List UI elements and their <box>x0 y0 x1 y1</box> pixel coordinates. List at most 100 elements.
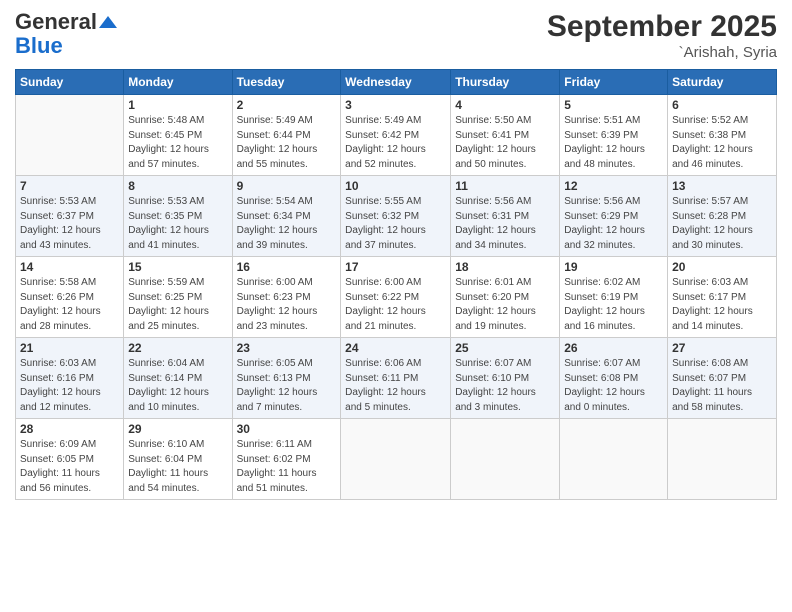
col-tuesday: Tuesday <box>232 70 341 95</box>
table-row: 14 Sunrise: 5:58 AM Sunset: 6:26 PM Dayli… <box>16 257 124 338</box>
calendar-subtitle: `Arishah, Syria <box>547 44 777 61</box>
logo-blue: Blue <box>15 34 63 58</box>
table-row: 6Sunrise: 5:52 AM Sunset: 6:38 PM Daylig… <box>668 95 777 176</box>
table-row: 8Sunrise: 5:53 AM Sunset: 6:35 PM Daylig… <box>124 176 232 257</box>
table-row: 10 Sunrise: 5:55 AM Sunset: 6:32 PM Dayli… <box>341 176 451 257</box>
table-row: 13 Sunrise: 5:57 AM Sunset: 6:28 PM Dayli… <box>668 176 777 257</box>
col-monday: Monday <box>124 70 232 95</box>
day-number: 15 <box>128 260 227 274</box>
table-row: 29Sunrise: 6:10 AM Sunset: 6:04 PM Dayli… <box>124 419 232 500</box>
table-row: 27Sunrise: 6:08 AM Sunset: 6:07 PM Dayli… <box>668 338 777 419</box>
table-row: 19 Sunrise: 6:02 AM Sunset: 6:19 PM Dayli… <box>560 257 668 338</box>
table-row: 22 Sunrise: 6:04 AM Sunset: 6:14 PM Dayli… <box>124 338 232 419</box>
col-saturday: Saturday <box>668 70 777 95</box>
table-row: 26 Sunrise: 6:07 AM Sunset: 6:08 PM Dayli… <box>560 338 668 419</box>
table-row: 28 Sunrise: 6:09 AM Sunset: 6:05 PM Dayli… <box>16 419 124 500</box>
day-info: Sunrise: 6:00 AM Sunset: 6:23 PM Dayligh… <box>237 276 337 334</box>
day-number: 22 <box>128 341 227 355</box>
table-row: 15 Sunrise: 5:59 AM Sunset: 6:25 PM Dayli… <box>124 257 232 338</box>
table-row: 12 Sunrise: 5:56 AM Sunset: 6:29 PM Dayli… <box>560 176 668 257</box>
col-wednesday: Wednesday <box>341 70 451 95</box>
day-info: Sunrise: 5:56 AM Sunset: 6:31 PM Dayligh… <box>455 195 555 253</box>
day-info: Sunrise: 6:00 AM Sunset: 6:22 PM Dayligh… <box>345 276 446 334</box>
day-number: 1 <box>128 98 227 112</box>
title-block: September 2025 `Arishah, Syria <box>547 10 777 61</box>
day-number: 24 <box>345 341 446 355</box>
calendar-header-row: Sunday Monday Tuesday Wednesday Thursday… <box>16 70 777 95</box>
day-number: 20 <box>672 260 772 274</box>
day-number: 18 <box>455 260 555 274</box>
table-row: 2 Sunrise: 5:49 AM Sunset: 6:44 PM Daylig… <box>232 95 341 176</box>
day-info: Sunrise: 5:59 AM Sunset: 6:25 PM Dayligh… <box>128 276 227 334</box>
logo-general: General <box>15 10 97 34</box>
day-number: 25 <box>455 341 555 355</box>
calendar-table: Sunday Monday Tuesday Wednesday Thursday… <box>15 69 777 500</box>
table-row: 3Sunrise: 5:49 AM Sunset: 6:42 PM Daylig… <box>341 95 451 176</box>
day-number: 30 <box>237 422 337 436</box>
table-row <box>341 419 451 500</box>
calendar-week-row: 28 Sunrise: 6:09 AM Sunset: 6:05 PM Dayli… <box>16 419 777 500</box>
day-info: Sunrise: 6:06 AM Sunset: 6:11 PM Dayligh… <box>345 357 446 415</box>
day-number: 13 <box>672 179 772 193</box>
day-info: Sunrise: 5:55 AM Sunset: 6:32 PM Dayligh… <box>345 195 446 253</box>
day-info: Sunrise: 6:10 AM Sunset: 6:04 PM Dayligh… <box>128 438 227 496</box>
table-row <box>16 95 124 176</box>
day-info: Sunrise: 6:03 AM Sunset: 6:16 PM Dayligh… <box>20 357 119 415</box>
day-number: 14 <box>20 260 119 274</box>
table-row: 20 Sunrise: 6:03 AM Sunset: 6:17 PM Dayli… <box>668 257 777 338</box>
day-number: 2 <box>237 98 337 112</box>
day-number: 7 <box>20 179 119 193</box>
calendar-week-row: 21Sunrise: 6:03 AM Sunset: 6:16 PM Dayli… <box>16 338 777 419</box>
day-number: 11 <box>455 179 555 193</box>
table-row <box>668 419 777 500</box>
day-number: 12 <box>564 179 663 193</box>
table-row: 30Sunrise: 6:11 AM Sunset: 6:02 PM Dayli… <box>232 419 341 500</box>
day-info: Sunrise: 5:53 AM Sunset: 6:37 PM Dayligh… <box>20 195 119 253</box>
day-number: 26 <box>564 341 663 355</box>
table-row: 4 Sunrise: 5:50 AM Sunset: 6:41 PM Daylig… <box>451 95 560 176</box>
day-info: Sunrise: 5:57 AM Sunset: 6:28 PM Dayligh… <box>672 195 772 253</box>
table-row: 25 Sunrise: 6:07 AM Sunset: 6:10 PM Dayli… <box>451 338 560 419</box>
table-row: 16Sunrise: 6:00 AM Sunset: 6:23 PM Dayli… <box>232 257 341 338</box>
table-row: 9Sunrise: 5:54 AM Sunset: 6:34 PM Daylig… <box>232 176 341 257</box>
table-row: 11 Sunrise: 5:56 AM Sunset: 6:31 PM Dayli… <box>451 176 560 257</box>
day-number: 4 <box>455 98 555 112</box>
day-info: Sunrise: 5:48 AM Sunset: 6:45 PM Dayligh… <box>128 114 227 172</box>
col-friday: Friday <box>560 70 668 95</box>
table-row <box>451 419 560 500</box>
header: General Blue September 2025 `Arishah, Sy… <box>15 10 777 61</box>
logo-icon <box>99 16 117 28</box>
logo: General Blue <box>15 10 117 58</box>
col-sunday: Sunday <box>16 70 124 95</box>
calendar-week-row: 1 Sunrise: 5:48 AM Sunset: 6:45 PM Daylig… <box>16 95 777 176</box>
page: General Blue September 2025 `Arishah, Sy… <box>0 0 792 612</box>
day-info: Sunrise: 5:58 AM Sunset: 6:26 PM Dayligh… <box>20 276 119 334</box>
table-row: 23Sunrise: 6:05 AM Sunset: 6:13 PM Dayli… <box>232 338 341 419</box>
calendar-week-row: 7 Sunrise: 5:53 AM Sunset: 6:37 PM Daylig… <box>16 176 777 257</box>
day-info: Sunrise: 6:02 AM Sunset: 6:19 PM Dayligh… <box>564 276 663 334</box>
day-info: Sunrise: 6:08 AM Sunset: 6:07 PM Dayligh… <box>672 357 772 415</box>
day-number: 10 <box>345 179 446 193</box>
day-info: Sunrise: 6:07 AM Sunset: 6:10 PM Dayligh… <box>455 357 555 415</box>
day-number: 28 <box>20 422 119 436</box>
day-number: 8 <box>128 179 227 193</box>
day-info: Sunrise: 6:04 AM Sunset: 6:14 PM Dayligh… <box>128 357 227 415</box>
day-info: Sunrise: 5:56 AM Sunset: 6:29 PM Dayligh… <box>564 195 663 253</box>
table-row: 21Sunrise: 6:03 AM Sunset: 6:16 PM Dayli… <box>16 338 124 419</box>
day-number: 17 <box>345 260 446 274</box>
day-info: Sunrise: 5:54 AM Sunset: 6:34 PM Dayligh… <box>237 195 337 253</box>
day-number: 23 <box>237 341 337 355</box>
day-info: Sunrise: 6:09 AM Sunset: 6:05 PM Dayligh… <box>20 438 119 496</box>
col-thursday: Thursday <box>451 70 560 95</box>
day-info: Sunrise: 5:50 AM Sunset: 6:41 PM Dayligh… <box>455 114 555 172</box>
day-info: Sunrise: 6:01 AM Sunset: 6:20 PM Dayligh… <box>455 276 555 334</box>
day-number: 19 <box>564 260 663 274</box>
calendar-week-row: 14 Sunrise: 5:58 AM Sunset: 6:26 PM Dayli… <box>16 257 777 338</box>
table-row: 17 Sunrise: 6:00 AM Sunset: 6:22 PM Dayli… <box>341 257 451 338</box>
day-info: Sunrise: 5:49 AM Sunset: 6:42 PM Dayligh… <box>345 114 446 172</box>
day-info: Sunrise: 5:51 AM Sunset: 6:39 PM Dayligh… <box>564 114 663 172</box>
day-info: Sunrise: 6:03 AM Sunset: 6:17 PM Dayligh… <box>672 276 772 334</box>
day-info: Sunrise: 5:49 AM Sunset: 6:44 PM Dayligh… <box>237 114 337 172</box>
table-row: 24 Sunrise: 6:06 AM Sunset: 6:11 PM Dayli… <box>341 338 451 419</box>
day-info: Sunrise: 6:07 AM Sunset: 6:08 PM Dayligh… <box>564 357 663 415</box>
